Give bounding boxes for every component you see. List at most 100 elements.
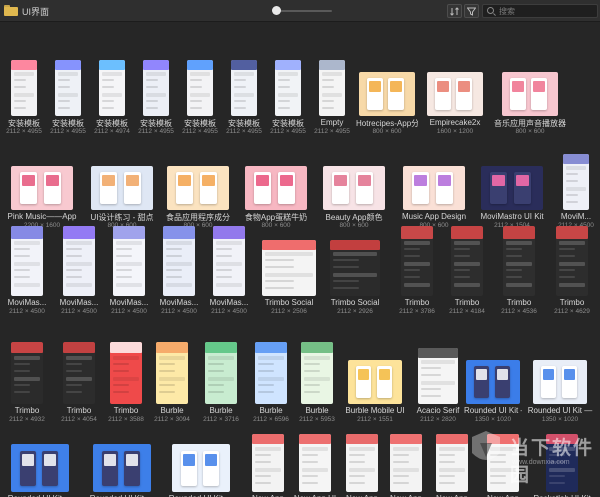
asset-thumbnail[interactable] <box>63 342 95 404</box>
asset-item[interactable]: 安装模板 2112 × 4955 <box>222 40 266 136</box>
asset-item[interactable]: Rounded UI Kit —1350 × 1020 <box>464 328 522 424</box>
asset-item[interactable]: Trimbo 2112 × 4184 <box>442 220 492 316</box>
asset-item[interactable]: Burble 2112 × 6596 <box>246 328 296 424</box>
asset-thumbnail[interactable] <box>487 434 519 492</box>
asset-thumbnail[interactable] <box>63 226 95 296</box>
breadcrumb[interactable]: UI界面 <box>22 5 49 18</box>
asset-item[interactable]: Rocketlab UI Kit2112 × 3336 <box>530 416 594 497</box>
asset-item[interactable]: Trimbo 2112 × 4054 <box>54 328 104 424</box>
asset-item[interactable]: MoviM...2112 × 4500 <box>554 134 598 230</box>
asset-thumbnail[interactable] <box>110 342 142 404</box>
asset-item[interactable]: Music App Design 800 × 600 <box>396 134 472 230</box>
asset-thumbnail[interactable] <box>502 72 558 116</box>
asset-item[interactable]: Trimbo 2112 × 4932 <box>2 328 52 424</box>
asset-thumbnail[interactable] <box>205 342 237 404</box>
asset-item[interactable]: Rounded UI Kit —1350 × 1020 <box>84 416 160 497</box>
asset-thumbnail[interactable] <box>55 60 81 116</box>
asset-thumbnail[interactable] <box>11 166 73 210</box>
asset-thumbnail[interactable] <box>255 342 287 404</box>
asset-thumbnail[interactable] <box>11 342 43 404</box>
asset-item[interactable]: Rounded UI Kit —1350 × 1020 <box>2 416 78 497</box>
asset-item[interactable]: MoviMastro UI Kit2112 × 1504 <box>474 134 550 230</box>
asset-thumbnail[interactable] <box>436 434 468 492</box>
asset-thumbnail[interactable] <box>113 226 145 296</box>
asset-thumbnail[interactable] <box>11 444 69 492</box>
asset-thumbnail[interactable] <box>167 166 229 210</box>
asset-thumbnail[interactable] <box>11 60 37 116</box>
asset-thumbnail[interactable] <box>99 60 125 116</box>
asset-item[interactable]: 安装模板 2112 × 4955 <box>178 40 222 136</box>
asset-item[interactable]: 食物App蛋糕牛奶 800 × 600 <box>238 134 314 230</box>
asset-thumbnail[interactable] <box>93 444 151 492</box>
asset-item[interactable]: New App2112 × 3168 <box>476 416 530 497</box>
asset-thumbnail[interactable] <box>418 348 458 404</box>
asset-thumbnail[interactable] <box>143 60 169 116</box>
asset-item[interactable]: Rounded UI Kit —1350 × 1020 <box>522 328 598 424</box>
asset-thumbnail[interactable] <box>231 60 257 116</box>
asset-thumbnail[interactable] <box>245 166 307 210</box>
asset-thumbnail[interactable] <box>172 444 230 492</box>
asset-thumbnail[interactable] <box>427 72 483 116</box>
asset-item[interactable]: MoviMas... 2112 × 4500 <box>154 220 204 316</box>
asset-thumbnail[interactable] <box>346 434 378 492</box>
zoom-slider-track[interactable] <box>272 10 332 12</box>
asset-thumbnail[interactable] <box>481 166 543 210</box>
asset-thumbnail[interactable] <box>187 60 213 116</box>
sort-button[interactable] <box>447 4 462 18</box>
asset-thumbnail[interactable] <box>156 342 188 404</box>
asset-item[interactable]: Trimbo 2112 × 4536 <box>494 220 544 316</box>
asset-item[interactable]: Beauty App颜色 800 × 600 <box>316 134 392 230</box>
asset-thumbnail[interactable] <box>546 434 578 492</box>
asset-item[interactable]: 安装模板 2112 × 4955 <box>266 40 310 136</box>
asset-item[interactable]: Burble 2112 × 3716 <box>196 328 246 424</box>
asset-thumbnail[interactable] <box>299 434 331 492</box>
asset-item[interactable]: Hotrecipes-App分享800 × 600 <box>356 40 418 136</box>
asset-item[interactable]: Rounded UI Kit —1350 × 1020 <box>162 416 240 497</box>
asset-item[interactable]: 安装模板 2112 × 4955 <box>134 40 178 136</box>
asset-item[interactable]: 安装模板 2112 × 4955 <box>46 40 90 136</box>
asset-item[interactable]: MoviMas... 2112 × 4500 <box>2 220 52 316</box>
asset-item[interactable]: Trimbo Social 2112 × 2506 <box>256 220 322 316</box>
asset-thumbnail[interactable] <box>503 226 535 296</box>
asset-item[interactable]: MoviMas... 2112 × 4500 <box>54 220 104 316</box>
asset-item[interactable]: Trimbo 2112 × 3786 <box>392 220 442 316</box>
asset-thumbnail[interactable] <box>533 360 587 404</box>
asset-item[interactable]: 安装模板 2112 × 4974 <box>90 40 134 136</box>
asset-item[interactable]: Burble Mobile UI 2112 × 1551 <box>338 328 412 424</box>
asset-item[interactable]: Trimbo 2112 × 4629 <box>546 220 598 316</box>
zoom-slider-knob[interactable] <box>272 6 281 15</box>
asset-thumbnail[interactable] <box>319 60 345 116</box>
filter-button[interactable] <box>464 4 479 18</box>
asset-item[interactable]: Burble 2112 × 5953 <box>296 328 338 424</box>
asset-thumbnail[interactable] <box>301 342 333 404</box>
asset-thumbnail[interactable] <box>563 154 589 210</box>
asset-item[interactable]: MoviMas... 2112 × 4500 <box>104 220 154 316</box>
asset-thumbnail[interactable] <box>466 360 520 404</box>
search-input[interactable] <box>499 6 594 16</box>
asset-item[interactable]: New App2112 × 1998 <box>246 416 290 497</box>
asset-item[interactable]: New App2112 × 2848 <box>340 416 384 497</box>
asset-item[interactable]: New App2112 × 3108 <box>428 416 476 497</box>
asset-item[interactable]: Trimbo 2112 × 3588 <box>104 328 148 424</box>
asset-thumbnail[interactable] <box>213 226 245 296</box>
asset-thumbnail[interactable] <box>451 226 483 296</box>
asset-thumbnail[interactable] <box>323 166 385 210</box>
asset-item[interactable]: New App UI2112 × 2075 <box>290 416 340 497</box>
asset-item[interactable]: 音乐应用声音播放器 800 × 600 <box>492 40 568 136</box>
asset-thumbnail[interactable] <box>348 360 402 404</box>
asset-item[interactable]: 安装模板 2112 × 4955 <box>2 40 46 136</box>
asset-thumbnail[interactable] <box>11 226 43 296</box>
asset-thumbnail[interactable] <box>390 434 422 492</box>
asset-item[interactable]: Empirecake2x 1600 × 1200 <box>418 40 492 136</box>
asset-thumbnail[interactable] <box>275 60 301 116</box>
asset-thumbnail[interactable] <box>262 240 316 296</box>
asset-thumbnail[interactable] <box>556 226 588 296</box>
asset-thumbnail[interactable] <box>330 240 380 296</box>
asset-thumbnail[interactable] <box>252 434 284 492</box>
asset-item[interactable]: Acacio Serif 2112 × 2820 <box>412 328 464 424</box>
asset-thumbnail[interactable] <box>403 166 465 210</box>
asset-item[interactable]: Trimbo Social 2112 × 2926 <box>322 220 388 316</box>
asset-item[interactable]: 食品应用程序成分 800 × 600 <box>160 134 236 230</box>
asset-item[interactable]: New App2112 × 2878 <box>384 416 428 497</box>
search-box[interactable] <box>482 4 598 18</box>
